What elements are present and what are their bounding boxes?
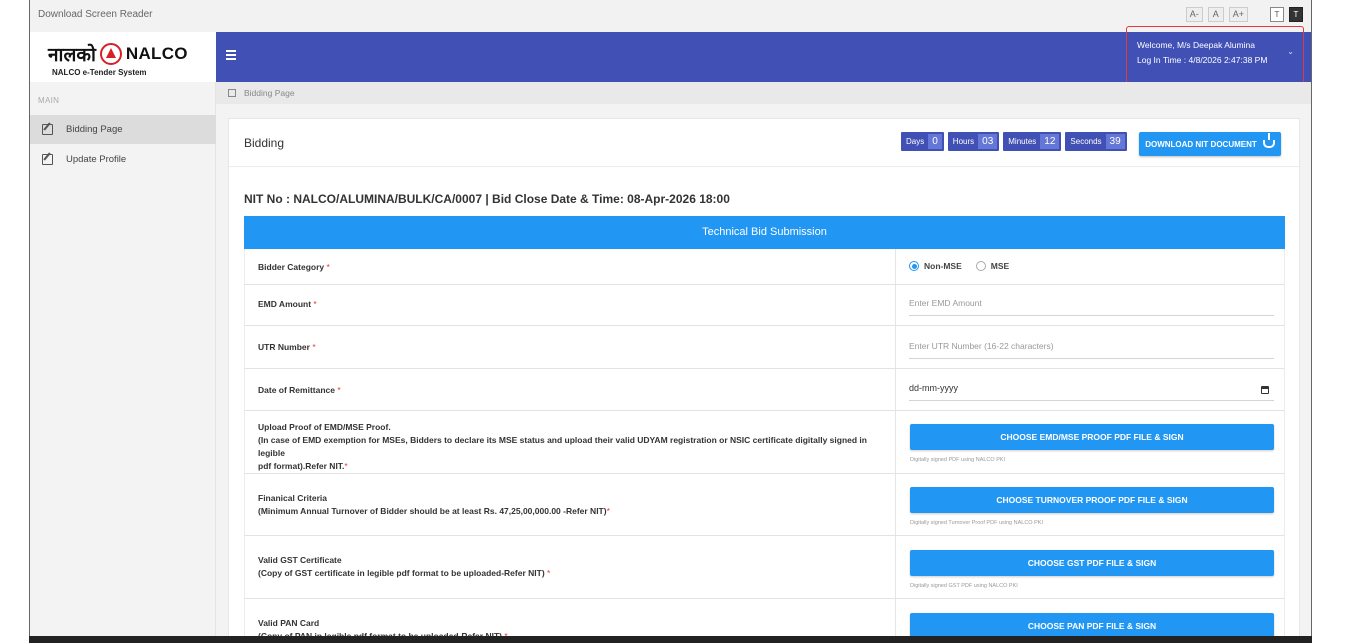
font-increase-button[interactable]: A+: [1228, 7, 1248, 22]
upload-hint: Digitally signed Turnover Proof PDF usin…: [910, 520, 1043, 526]
chevron-down-icon[interactable]: ⌄: [1287, 47, 1294, 56]
card-header: Bidding Days 0 Hours 03 Minutes 12 Seconds 3…: [229, 119, 1299, 167]
nalco-logo-icon: [99, 43, 122, 65]
download-nit-button[interactable]: DOWNLOAD NIT DOCUMENT: [1139, 132, 1281, 156]
field-label: Valid PAN Card: [258, 618, 320, 628]
timer-hours: Hours 03: [947, 132, 1000, 151]
font-normal-button[interactable]: A: [1207, 7, 1224, 22]
radio-non-mse[interactable]: [909, 261, 919, 271]
date-of-remittance-input[interactable]: dd-mm-yyyy: [909, 380, 1274, 401]
sidebar-section-label: MAIN: [38, 96, 60, 105]
utr-number-input[interactable]: [909, 341, 1274, 351]
upload-hint: Digitally signed PDF using NALCO PKI: [910, 457, 1006, 463]
form-row-utr-number: UTR Number *: [244, 326, 1285, 369]
field-label: UTR Number: [258, 342, 310, 352]
field-label: EMD Amount: [258, 299, 312, 309]
form-row-emd-proof: Upload Proof of EMD/MSE Proof. (In case …: [244, 411, 1285, 474]
field-label: Upload Proof of EMD/MSE Proof.: [258, 422, 391, 432]
edit-icon: [228, 89, 236, 97]
timer-seconds: Seconds 39: [1065, 132, 1127, 151]
login-time-text: Log In Time : 4/8/2026 2:47:38 PM: [1137, 55, 1268, 65]
form-row-bidder-category: Bidder Category * Non-MSE MSE: [244, 249, 1285, 285]
radio-mse[interactable]: [975, 261, 986, 271]
section-header: Technical Bid Submission: [244, 216, 1285, 249]
calendar-icon[interactable]: [1261, 386, 1269, 394]
sidebar: MAIN Bidding Page Update Profile: [30, 82, 216, 643]
brand-hindi-name: नालको: [48, 44, 96, 66]
upload-hint: Digitally signed GST PDF using NALCO PKI: [910, 583, 1018, 589]
breadcrumb-label: Bidding Page: [244, 88, 295, 98]
download-nit-label: DOWNLOAD NIT DOCUMENT: [1145, 139, 1257, 149]
edit-icon: [42, 154, 53, 165]
menu-toggle-icon[interactable]: [226, 50, 236, 62]
top-header: Welcome, M/s Deepak Alumina Log In Time …: [216, 26, 1311, 86]
breadcrumb: Bidding Page: [216, 82, 1311, 104]
choose-emd-proof-button[interactable]: CHOOSE EMD/MSE PROOF PDF FILE & SIGN: [910, 424, 1274, 450]
page-title: Bidding: [244, 136, 285, 150]
countdown-timer: Days 0 Hours 03 Minutes 12 Seconds 39: [901, 132, 1127, 151]
radio-label[interactable]: Non-MSE: [924, 261, 962, 271]
form-row-financial-criteria: Finanical Criteria (Minimum Annual Turno…: [244, 474, 1285, 536]
sidebar-item-bidding-page[interactable]: Bidding Page: [30, 115, 216, 144]
field-description: (Copy of GST certificate in legible pdf …: [258, 568, 545, 578]
form-row-emd-amount: EMD Amount *: [244, 285, 1285, 326]
field-description: (In case of EMD exemption for MSEs, Bidd…: [258, 435, 867, 458]
form-row-gst-certificate: Valid GST Certificate (Copy of GST certi…: [244, 536, 1285, 599]
field-label: Valid GST Certificate: [258, 555, 342, 565]
edit-icon: [42, 124, 53, 135]
field-label: Finanical Criteria: [258, 493, 327, 503]
field-label: Date of Remittance: [258, 385, 335, 395]
choose-gst-button[interactable]: CHOOSE GST PDF FILE & SIGN: [910, 550, 1274, 576]
sidebar-item-update-profile[interactable]: Update Profile: [30, 145, 216, 174]
download-icon: [1262, 133, 1275, 148]
theme-light-button[interactable]: T: [1270, 7, 1284, 22]
timer-minutes: Minutes 12: [1003, 132, 1062, 151]
browser-frame: Download Screen Reader A- A A+ T T नालको…: [29, 0, 1312, 643]
brand-name: NALCO: [125, 44, 188, 63]
welcome-text: Welcome, M/s Deepak Alumina: [1137, 40, 1255, 50]
theme-dark-button[interactable]: T: [1289, 7, 1303, 22]
radio-label[interactable]: MSE: [991, 261, 1009, 271]
bidder-category-radio-group: Non-MSE MSE: [909, 261, 1023, 271]
form-row-date-of-remittance: Date of Remittance * dd-mm-yyyy: [244, 369, 1285, 411]
sidebar-item-label: Bidding Page: [66, 124, 123, 135]
nit-info: NIT No : NALCO/ALUMINA/BULK/CA/0007 | Bi…: [244, 192, 730, 206]
download-screen-reader-link[interactable]: Download Screen Reader: [38, 9, 153, 20]
sidebar-item-label: Update Profile: [66, 154, 127, 165]
brand-logo[interactable]: नालको NALCO NALCO e-Tender System: [30, 32, 216, 82]
timer-days: Days 0: [901, 132, 944, 151]
emd-amount-input[interactable]: [909, 298, 1274, 308]
screen-bottom-edge: [29, 636, 1312, 643]
field-description: (Minimum Annual Turnover of Bidder shoul…: [258, 506, 607, 516]
choose-turnover-proof-button[interactable]: CHOOSE TURNOVER PROOF PDF FILE & SIGN: [910, 487, 1274, 513]
field-label: Bidder Category: [258, 262, 325, 272]
user-menu[interactable]: Welcome, M/s Deepak Alumina Log In Time …: [1126, 26, 1304, 86]
font-decrease-button[interactable]: A-: [1185, 7, 1203, 22]
accessibility-bar: Download Screen Reader A- A A+ T T: [30, 0, 1311, 32]
brand-subtitle: NALCO e-Tender System: [52, 68, 147, 77]
font-size-controls: A- A A+ T T: [1185, 7, 1303, 22]
bidding-card: Bidding Days 0 Hours 03 Minutes 12 Seconds 3…: [228, 118, 1300, 643]
